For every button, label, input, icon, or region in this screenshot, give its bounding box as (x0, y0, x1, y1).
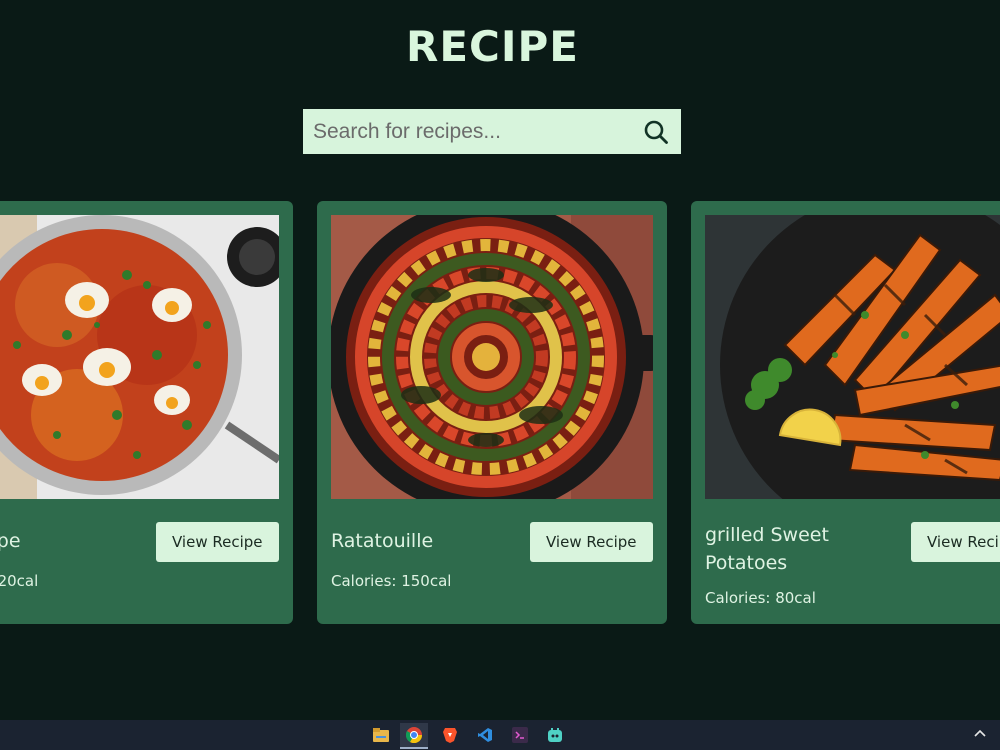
recipe-card: Recipe ies: 120cal View Recipe (0, 201, 293, 624)
search-input[interactable] (303, 109, 633, 154)
chrome-icon[interactable] (400, 723, 428, 749)
recipe-calories: Calories: 150cal (331, 572, 452, 590)
taskbar (0, 720, 1000, 750)
search-bar (303, 109, 681, 154)
recipe-image-sweet-potatoes (705, 215, 1000, 499)
search-icon[interactable] (643, 119, 669, 145)
recipe-card: Ratatouille Calories: 150cal View Recipe (317, 201, 667, 624)
view-recipe-button[interactable]: View Recipe (530, 522, 653, 562)
file-explorer-icon[interactable] (367, 723, 395, 747)
terminal-icon[interactable] (506, 723, 534, 747)
recipe-name: Ratatouille (331, 530, 434, 552)
view-recipe-button[interactable]: View Recipe (156, 522, 279, 562)
recipe-name: grilled Sweet Potatoes (705, 524, 829, 574)
recipe-image-ratatouille (331, 215, 653, 499)
recipe-calories: Calories: 80cal (705, 589, 816, 607)
recipe-list: Recipe ies: 120cal View Recipe (0, 201, 1000, 625)
recipe-image-shakshuka (0, 215, 279, 499)
brave-icon[interactable] (436, 723, 464, 747)
view-recipe-button[interactable]: View Recip (911, 522, 1000, 562)
recipe-calories: ies: 120cal (0, 572, 39, 590)
app-icon[interactable] (541, 723, 569, 747)
recipe-card: grilled Sweet Potatoes Calories: 80cal V… (691, 201, 1000, 624)
recipe-name: Recipe (0, 530, 21, 552)
recipe-page: RECIPE Search for recipes... pe 20cal Vi… (0, 0, 1000, 750)
vscode-icon[interactable] (471, 723, 499, 747)
chevron-up-icon[interactable] (974, 726, 986, 742)
page-title: RECIPE (406, 22, 579, 71)
